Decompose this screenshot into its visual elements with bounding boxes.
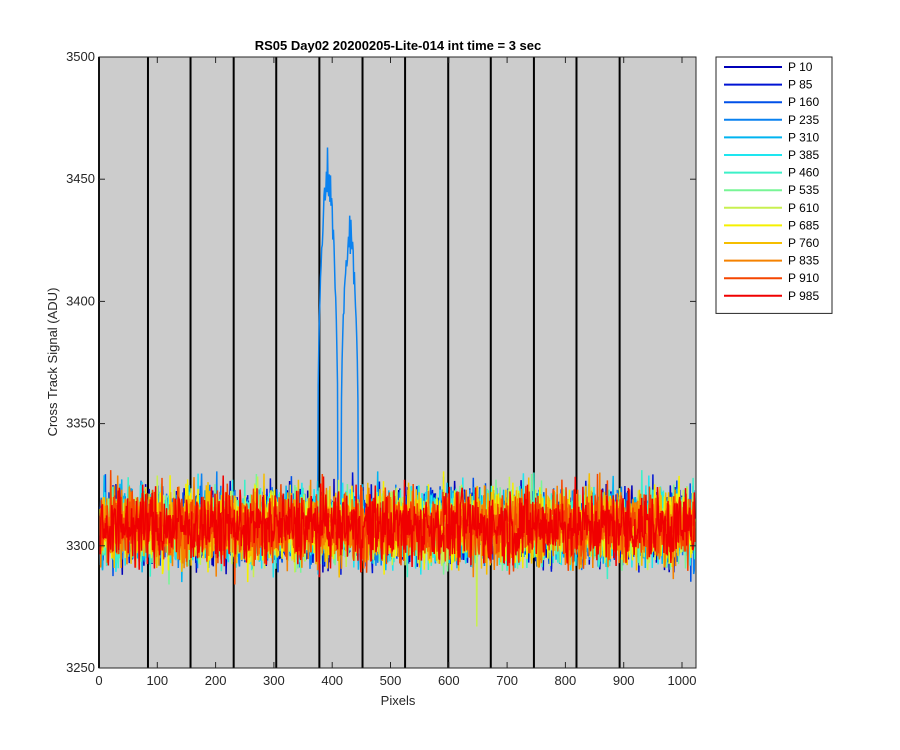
x-tick-label: 400 bbox=[321, 673, 343, 688]
y-tick-label: 3300 bbox=[66, 538, 95, 553]
y-tick-label: 3350 bbox=[66, 416, 95, 431]
legend-entry: P 460 bbox=[788, 166, 819, 180]
legend-entry: P 310 bbox=[788, 130, 819, 144]
x-tick-label: 1000 bbox=[668, 673, 697, 688]
y-tick-label: 3400 bbox=[66, 293, 95, 308]
legend-entry: P 160 bbox=[788, 95, 819, 109]
y-tick-label: 3450 bbox=[66, 171, 95, 186]
plot-background bbox=[99, 57, 696, 668]
x-tick-label: 0 bbox=[95, 673, 102, 688]
x-axis-label: Pixels bbox=[381, 693, 416, 708]
x-tick-label: 800 bbox=[555, 673, 577, 688]
legend-entry: P 985 bbox=[788, 289, 819, 303]
x-tick-label: 600 bbox=[438, 673, 460, 688]
legend-entry: P 10 bbox=[788, 60, 813, 74]
x-tick-label: 500 bbox=[380, 673, 402, 688]
y-axis-label: Cross Track Signal (ADU) bbox=[45, 288, 60, 437]
y-tick-label: 3500 bbox=[66, 49, 95, 64]
legend-entry: P 685 bbox=[788, 218, 819, 232]
legend-entry: P 835 bbox=[788, 254, 819, 268]
legend-entry: P 760 bbox=[788, 236, 819, 250]
y-tick-label: 3250 bbox=[66, 660, 95, 675]
legend-entry: P 910 bbox=[788, 271, 819, 285]
x-tick-label: 700 bbox=[496, 673, 518, 688]
x-tick-label: 300 bbox=[263, 673, 285, 688]
legend-entry: P 610 bbox=[788, 201, 819, 215]
x-tick-label: 900 bbox=[613, 673, 635, 688]
chart-title: RS05 Day02 20200205-Lite-014 int time = … bbox=[255, 38, 542, 53]
legend-entry: P 235 bbox=[788, 113, 819, 127]
legend-entry: P 85 bbox=[788, 78, 813, 92]
x-tick-label: 200 bbox=[205, 673, 227, 688]
chart: 0 100 200 300 400 500 600 700 800 900 1000 3250 330… bbox=[45, 38, 833, 708]
legend: P 10 P 85 P 160 P 235 P 310 P 385 P 460 P 535 P … bbox=[715, 56, 833, 314]
legend-entry: P 535 bbox=[788, 183, 819, 197]
x-tick-label: 100 bbox=[146, 673, 168, 688]
legend-entry: P 385 bbox=[788, 148, 819, 162]
